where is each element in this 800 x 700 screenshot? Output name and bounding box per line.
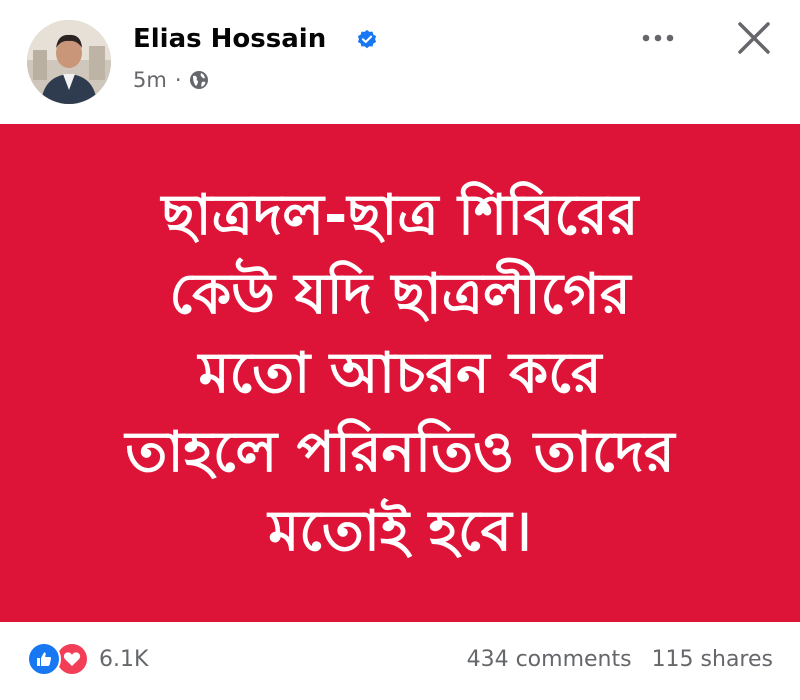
close-icon	[738, 22, 770, 54]
close-button[interactable]	[730, 16, 778, 60]
author-name[interactable]: Elias Hossain	[133, 22, 326, 56]
post-footer: 6.1K 434 comments 115 shares	[0, 622, 800, 700]
avatar[interactable]	[27, 20, 111, 104]
engagement-stats: 434 comments 115 shares	[467, 640, 773, 678]
post-header: Elias Hossain 5m ·	[0, 0, 800, 124]
post-meta: 5m ·	[133, 67, 209, 93]
post-text: ছাত্রদল-ছাত্র শিবিরের কেউ যদি ছাত্রলীগের…	[20, 176, 780, 571]
post-text-line: মতোই হবে।	[268, 498, 532, 564]
post-card: Elias Hossain 5m · ছাত্রদল-ছাত্র শিবিরের…	[0, 0, 800, 700]
more-icon	[642, 34, 674, 42]
reaction-count: 6.1K	[99, 646, 149, 672]
post-text-line: কেউ যদি ছাত্রলীগের	[169, 261, 631, 327]
post-text-line: তাহলে পরিনতিও তাদের	[125, 419, 675, 485]
post-time[interactable]: 5m	[133, 68, 167, 92]
globe-icon[interactable]	[189, 70, 209, 90]
like-icon	[27, 642, 61, 676]
post-text-line: মতো আচরন করে	[198, 340, 602, 406]
post-text-line: ছাত্রদল-ছাত্র শিবিরের	[161, 182, 639, 248]
meta-separator: ·	[174, 68, 182, 92]
avatar-image	[27, 20, 111, 104]
more-options-button[interactable]	[630, 18, 686, 58]
shares-count[interactable]: 115 shares	[652, 647, 773, 672]
verified-badge-icon	[357, 29, 377, 49]
post-text-background: ছাত্রদল-ছাত্র শিবিরের কেউ যদি ছাত্রলীগের…	[0, 124, 800, 622]
reactions-summary[interactable]: 6.1K	[27, 640, 148, 678]
comments-count[interactable]: 434 comments	[467, 647, 632, 672]
